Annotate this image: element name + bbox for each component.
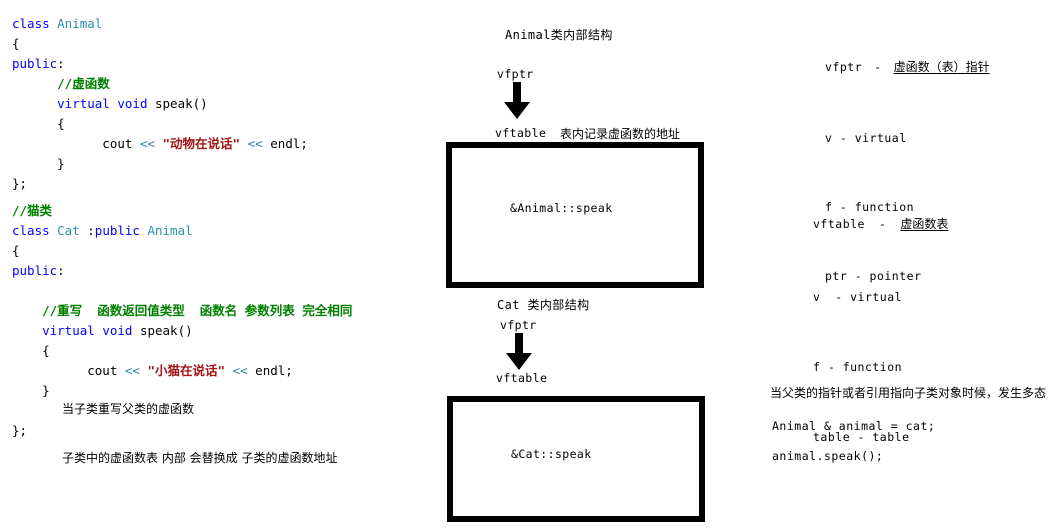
cat-code-line: { (12, 241, 352, 261)
code-token: //猫类 (12, 203, 53, 218)
code-token: //重写 函数返回值类型 函数名 参数列表 完全相同 (42, 303, 353, 318)
code-token: << (124, 363, 140, 378)
animal-code-line: { (12, 114, 308, 134)
code-token: endl; (262, 136, 308, 151)
vftable-legend-line: v - virtual (813, 290, 903, 304)
code-token: class (12, 223, 58, 238)
animal-code-line: //虚函数 (12, 74, 308, 94)
code-token: speak() (139, 323, 193, 338)
code-token: << (139, 136, 155, 151)
code-token: Cat (57, 223, 80, 238)
animal-class-code-block: class Animal { public: //虚函数 virtual void … (12, 14, 308, 194)
code-token: "小猫在说话" (147, 363, 226, 378)
animal-vftable-label: vftable (495, 126, 547, 140)
animal-vftable-box: &Animal::speak (446, 142, 704, 288)
code-token: : (57, 56, 65, 71)
vfptr-meaning: 虚函数（表）指针 (893, 60, 990, 74)
code-token: cout (12, 363, 125, 378)
code-token: { (12, 116, 65, 131)
polymorphism-note: 当父类的指针或者引用指向子类对象时候，发生多态 (770, 386, 1047, 400)
animal-code-line: { (12, 34, 308, 54)
code-token: Animal (57, 16, 103, 31)
vftable-term: vftable (813, 217, 865, 231)
code-token: "动物在说话" (162, 136, 241, 151)
code-token: } (12, 156, 65, 171)
code-token: public (12, 263, 58, 278)
animal-code-line: public: (12, 54, 308, 74)
code-token: //虚函数 (57, 76, 110, 91)
polymorphism-code-line: animal.speak(); (772, 449, 884, 463)
animal-vftable-entry: &Animal::speak (510, 201, 613, 215)
cat-code-line: cout << "小猫在说话" << endl; (12, 361, 352, 381)
animal-code-line: }; (12, 174, 308, 194)
cat-vftable-box: &Cat::speak (447, 396, 705, 522)
cat-structure-title: Cat 类内部结构 (497, 298, 590, 312)
cat-code-line: virtual void speak() (12, 321, 352, 341)
cat-code-line: class Cat :public Animal (12, 221, 352, 241)
animal-structure-title: Animal类内部结构 (505, 28, 613, 42)
animal-vfptr-label: vfptr (497, 67, 534, 81)
vfptr-legend-line: v - virtual (825, 131, 907, 145)
cat-code-line: { (12, 341, 352, 361)
cat-code-line: //猫类 (12, 201, 352, 221)
vftable-meaning: 虚函数表 (900, 217, 949, 231)
cat-code-line: //重写 函数返回值类型 函数名 参数列表 完全相同 (12, 301, 352, 321)
code-token: { (12, 343, 50, 358)
code-token: { (12, 36, 20, 51)
cat-vfptr-label: vfptr (500, 318, 537, 332)
code-token: cout (12, 136, 140, 151)
cat-code-line: } (12, 381, 352, 401)
cat-code-line (12, 281, 352, 301)
cat-vftable-label: vftable (496, 371, 548, 385)
code-token: : (79, 223, 95, 238)
code-token: Animal (147, 223, 193, 238)
down-arrow-icon (504, 82, 530, 119)
animal-code-line: } (12, 154, 308, 174)
cat-code-line: }; (12, 421, 352, 441)
vfptr-dash: - (874, 60, 882, 74)
cat-vftable-entry: &Cat::speak (511, 447, 592, 461)
code-token: } (12, 383, 50, 398)
down-arrow-icon (506, 333, 532, 370)
polymorphism-code-line: Animal & animal = cat; (772, 419, 936, 433)
animal-code-line: cout << "动物在说话" << endl; (12, 134, 308, 154)
code-token: endl; (247, 363, 293, 378)
code-token: << (232, 363, 248, 378)
code-token: public (94, 223, 140, 238)
note-override-virtual: 当子类重写父类的虚函数 (62, 402, 195, 416)
vftable-dash: - (878, 217, 887, 231)
code-token: { (12, 243, 20, 258)
code-token: : (57, 263, 65, 278)
animal-vftable-note: 表内记录虚函数的地址 (560, 127, 681, 141)
cat-code-line: public: (12, 261, 352, 281)
vftable-legend-line: f - function (813, 360, 903, 374)
code-token: virtual void (57, 96, 155, 111)
vfptr-term: vfptr (825, 60, 863, 74)
code-token: << (247, 136, 263, 151)
code-token: class (12, 16, 58, 31)
code-token: virtual void (42, 323, 140, 338)
note-vtable-replaced: 子类中的虚函数表 内部 会替换成 子类的虚函数地址 (62, 451, 338, 465)
animal-code-line: class Animal (12, 14, 308, 34)
code-token: }; (12, 176, 28, 191)
animal-code-line: virtual void speak() (12, 94, 308, 114)
code-token: }; (12, 423, 28, 438)
code-token: public (12, 56, 58, 71)
code-token: speak() (155, 96, 208, 111)
